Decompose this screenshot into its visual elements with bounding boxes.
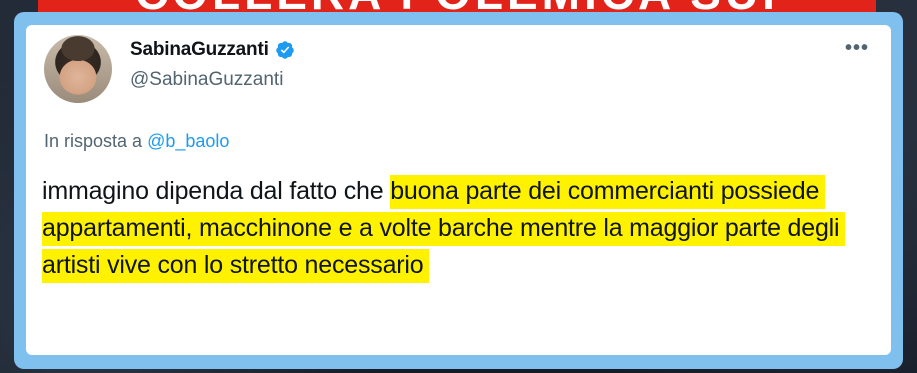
author-handle[interactable]: @SabinaGuzzanti xyxy=(130,69,283,91)
reply-context: In risposta a @b_baolo xyxy=(44,131,229,152)
avatar[interactable] xyxy=(44,35,112,103)
author-display-name[interactable]: SabinaGuzzanti xyxy=(130,39,269,61)
tweet-text-plain: immagino dipenda dal fatto che xyxy=(42,177,384,205)
reply-to-handle-link[interactable]: @b_baolo xyxy=(147,131,229,151)
tweet-text: immagino dipenda dal fatto che buona par… xyxy=(42,173,872,284)
author-name-row: SabinaGuzzanti xyxy=(130,39,295,61)
verified-badge-icon xyxy=(275,41,294,59)
reply-prefix: In risposta a xyxy=(44,131,143,151)
more-dots-icon[interactable]: ••• xyxy=(845,37,869,60)
tweet-card: SabinaGuzzanti @SabinaGuzzanti ••• In ri… xyxy=(26,25,891,355)
